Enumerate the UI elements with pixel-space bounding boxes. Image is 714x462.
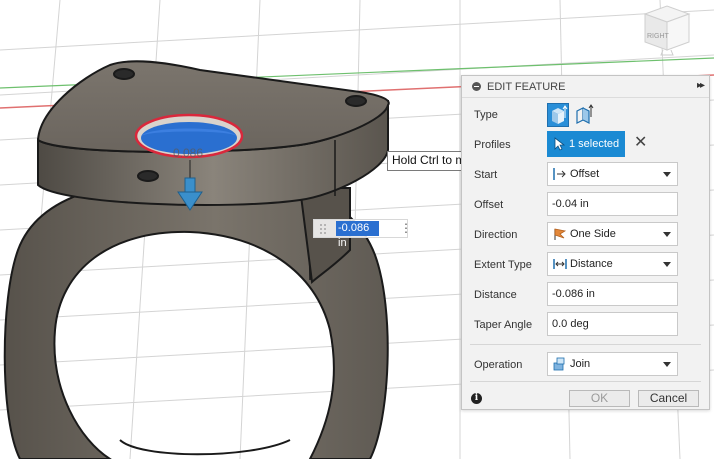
panel-divider	[470, 344, 701, 345]
distance-manipulator-value[interactable]: -0.086 in	[336, 221, 379, 249]
offset-label: Offset	[474, 199, 504, 211]
edit-feature-panel: EDIT FEATURE ▸▸ Type Profiles 1 selected…	[461, 75, 710, 410]
extrude-solid-icon	[552, 105, 568, 124]
info-icon[interactable]: i	[471, 393, 482, 404]
extent-type-dropdown[interactable]: Distance	[547, 252, 678, 276]
more-options-icon[interactable]: ⋮	[400, 221, 412, 236]
chevron-down-icon	[663, 232, 671, 237]
operation-label: Operation	[474, 359, 523, 371]
cursor-select-icon	[554, 137, 565, 151]
one-side-direction-icon	[554, 228, 567, 240]
offset-value: -0.04 in	[552, 198, 589, 210]
distance-value: -0.086 in	[552, 288, 595, 300]
expand-panel-icon[interactable]: ▸▸	[697, 80, 705, 91]
start-offset-icon	[553, 168, 566, 180]
cancel-button[interactable]: Cancel	[638, 390, 699, 407]
direction-dropdown[interactable]: One Side	[547, 222, 678, 246]
distance-input[interactable]: -0.086 in	[547, 282, 678, 306]
start-value: Offset	[570, 168, 600, 180]
extrude-surface-icon	[576, 104, 594, 124]
profiles-label: Profiles	[474, 139, 511, 151]
clear-selection-icon[interactable]: ✕	[634, 134, 647, 152]
profiles-selected-count: 1 selected	[569, 138, 620, 150]
type-label: Type	[474, 109, 498, 121]
panel-header: EDIT FEATURE ▸▸	[462, 76, 709, 98]
extent-type-value: Distance	[570, 258, 613, 270]
panel-title: EDIT FEATURE	[487, 81, 566, 93]
taper-angle-label: Taper Angle	[474, 319, 533, 331]
panel-divider	[470, 381, 701, 382]
chevron-down-icon	[663, 262, 671, 267]
minus-circle-icon[interactable]	[472, 82, 481, 91]
ok-button[interactable]: OK	[569, 390, 630, 407]
chevron-down-icon	[663, 362, 671, 367]
mount-hole-1	[113, 68, 135, 80]
taper-angle-value: 0.0 deg	[552, 318, 589, 330]
distance-label: Distance	[474, 289, 517, 301]
extent-type-label: Extent Type	[474, 259, 532, 271]
profiles-selection-button[interactable]: 1 selected	[547, 131, 625, 157]
offset-input[interactable]: -0.04 in	[547, 192, 678, 216]
chevron-down-icon	[663, 172, 671, 177]
join-operation-icon	[553, 357, 565, 371]
mount-hole-3	[137, 170, 159, 182]
extrude-surface-button[interactable]	[574, 103, 596, 127]
start-label: Start	[474, 169, 498, 181]
start-dropdown[interactable]: Offset	[547, 162, 678, 186]
direction-value: One Side	[570, 228, 616, 240]
direction-label: Direction	[474, 229, 518, 241]
taper-angle-input[interactable]: 0.0 deg	[547, 312, 678, 336]
view-cube[interactable]: RIGHT	[637, 2, 693, 56]
viewcube-face-label: RIGHT	[647, 33, 670, 40]
mount-hole-2	[345, 95, 367, 107]
drag-grip-icon[interactable]	[318, 223, 328, 235]
operation-value: Join	[570, 358, 591, 370]
operation-dropdown[interactable]: Join	[547, 352, 678, 376]
distance-manipulator-input[interactable]: -0.086 in ⋮	[313, 219, 412, 249]
extrude-solid-button[interactable]	[547, 103, 569, 127]
ring-back-edge	[119, 439, 291, 456]
distance-extent-icon	[553, 259, 567, 269]
dimension-ghost-label: 0.086	[173, 146, 203, 160]
